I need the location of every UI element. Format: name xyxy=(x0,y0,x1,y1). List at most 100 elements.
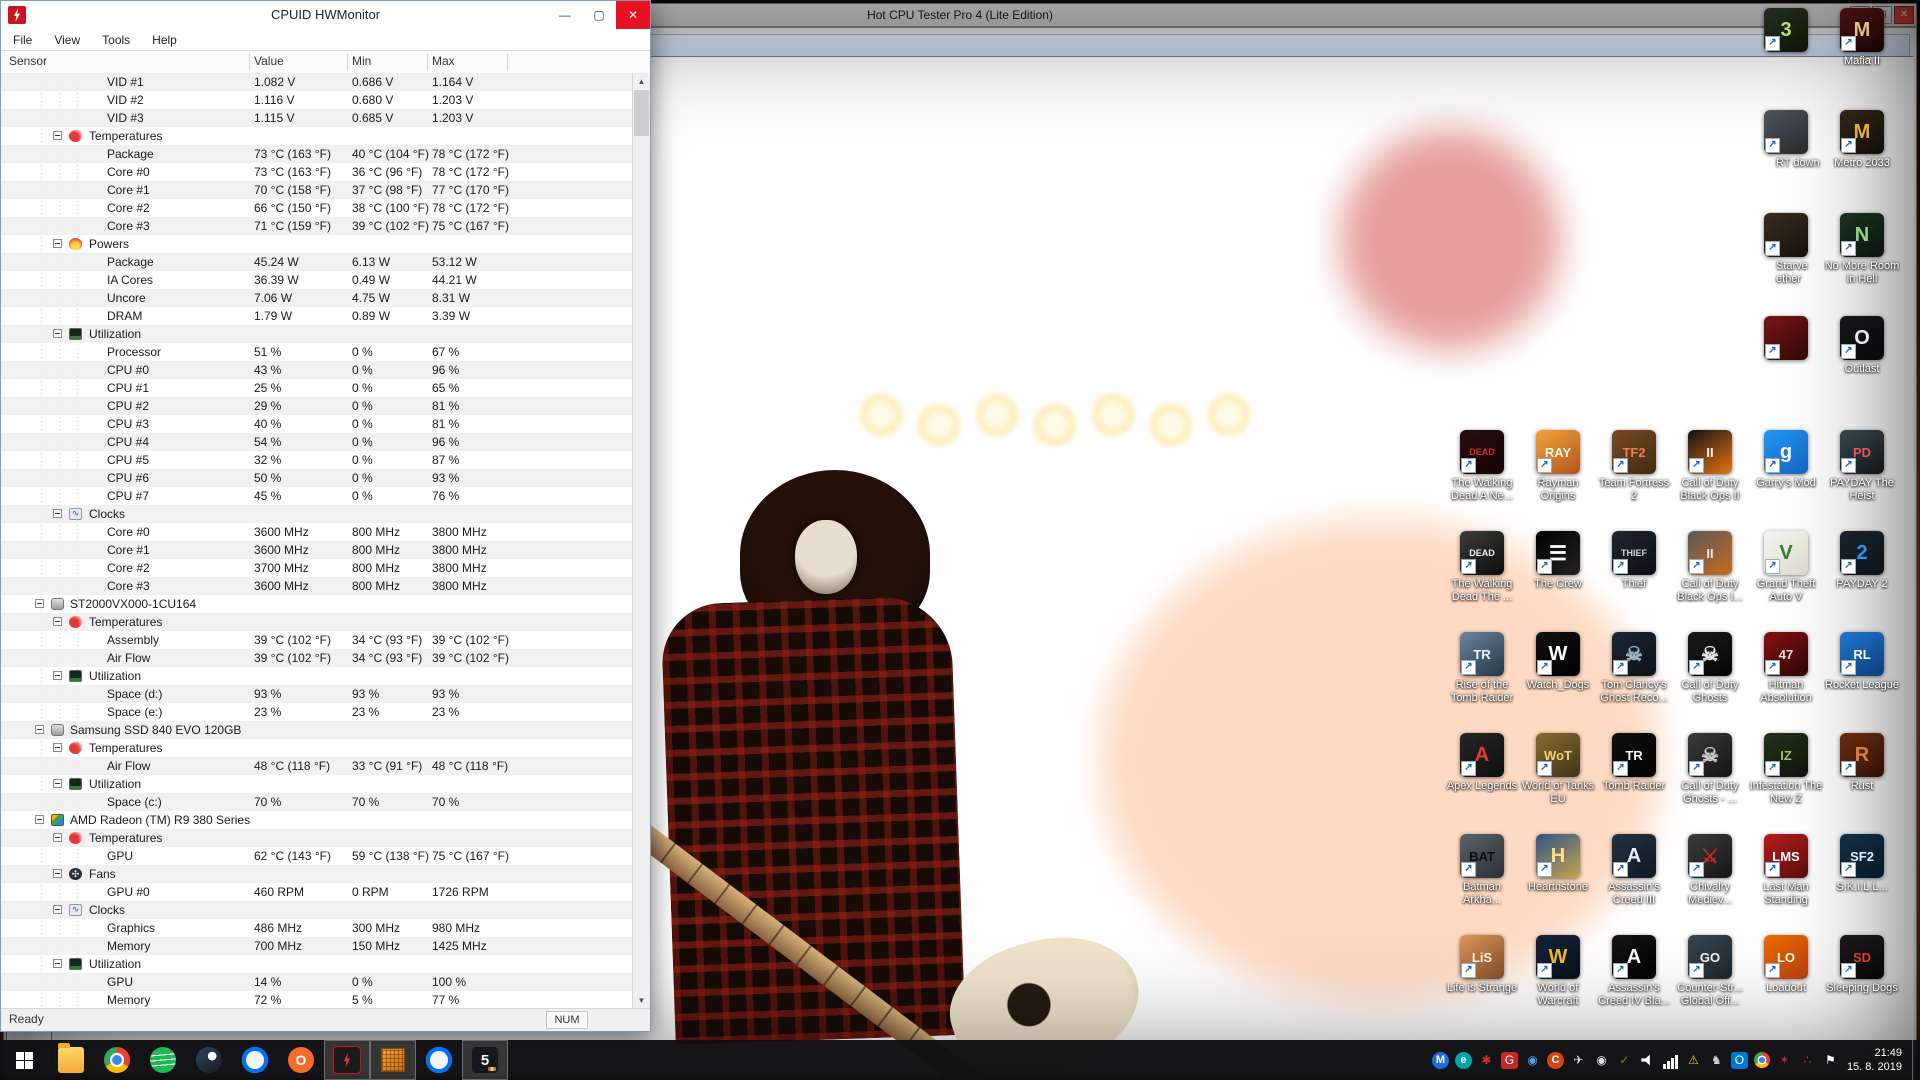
sensor-row[interactable]: Space (c:)70 %70 %70 % xyxy=(1,793,633,811)
taskbar-app-chrome[interactable] xyxy=(94,1040,140,1080)
tree-expand-box[interactable] xyxy=(53,671,62,680)
sensor-row[interactable]: Utilization xyxy=(1,325,633,343)
tray-network-bars-icon[interactable] xyxy=(1662,1052,1679,1069)
desktop-shortcut[interactable]: ↗Starve ether xyxy=(1748,213,1824,286)
taskbar-app-hotcpu[interactable] xyxy=(370,1040,416,1080)
sensor-row[interactable]: Core #266 °C (150 °F)38 °C (100 °F)78 °C… xyxy=(1,199,633,217)
sensor-row[interactable]: Core #170 °C (158 °F)37 °C (98 °F)77 °C … xyxy=(1,181,633,199)
sensor-row[interactable]: Graphics486 MHz300 MHz980 MHz xyxy=(1,919,633,937)
desktop-shortcut[interactable]: SD↗Sleeping Dogs xyxy=(1824,935,1900,995)
tree-expand-box[interactable] xyxy=(53,131,62,140)
desktop-shortcut[interactable]: H↗Hearthstone xyxy=(1520,834,1596,894)
taskbar-app-steam[interactable] xyxy=(186,1040,232,1080)
desktop-shortcut[interactable]: 47↗Hitman Absolution xyxy=(1748,632,1824,705)
sensor-row[interactable]: GPU62 °C (143 °F)59 °C (138 °F)75 °C (16… xyxy=(1,847,633,865)
desktop-shortcut[interactable]: LiS↗Life is Strange xyxy=(1444,935,1520,995)
menu-item-file[interactable]: File xyxy=(13,33,32,47)
tray-eset-icon[interactable]: e xyxy=(1455,1052,1472,1069)
tree-expand-box[interactable] xyxy=(35,725,44,734)
desktop-shortcut[interactable]: TF2↗Team Fortress 2 xyxy=(1596,430,1672,503)
scroll-up-arrow[interactable]: ▲ xyxy=(633,73,650,90)
taskbar-app-five[interactable]: 5 xyxy=(462,1040,508,1080)
tray-red-hand-icon[interactable]: ✶ xyxy=(1776,1052,1793,1069)
sensor-row[interactable]: ✣Fans xyxy=(1,865,633,883)
desktop-shortcut[interactable]: V↗Grand Theft Auto V xyxy=(1748,531,1824,604)
tree-expand-box[interactable] xyxy=(53,743,62,752)
desktop-shortcut[interactable]: g↗Garry's Mod xyxy=(1748,430,1824,490)
sensor-row[interactable]: Package73 °C (163 °F)40 °C (104 °F)78 °C… xyxy=(1,145,633,163)
sensor-row[interactable]: CPU #650 %0 %93 % xyxy=(1,469,633,487)
desktop-shortcut[interactable]: W↗World of Warcraft xyxy=(1520,935,1596,1008)
tray-g-badge-icon[interactable]: G xyxy=(1501,1052,1518,1069)
desktop-shortcut[interactable]: W↗Watch_Dogs xyxy=(1520,632,1596,692)
menu-item-view[interactable]: View xyxy=(54,33,80,47)
tray-airplane-icon[interactable]: ✈ xyxy=(1570,1052,1587,1069)
sensor-row[interactable]: GPU14 %0 %100 % xyxy=(1,973,633,991)
desktop-shortcut[interactable]: PD↗PAYDAY The Heist xyxy=(1824,430,1900,503)
desktop-shortcut[interactable]: DEAD↗The Walking Dead The ... xyxy=(1444,531,1520,604)
desktop-shortcut[interactable]: ☠↗Call of Duty Ghosts - ... xyxy=(1672,733,1748,806)
tray-volume-icon[interactable] xyxy=(1639,1052,1656,1069)
sensor-row[interactable]: Space (e:)23 %23 %23 % xyxy=(1,703,633,721)
sensor-row[interactable]: Core #33600 MHz800 MHz3800 MHz xyxy=(1,577,633,595)
scrollbar-thumb[interactable] xyxy=(634,90,649,136)
taskbar-app-uplay-2[interactable] xyxy=(416,1040,462,1080)
sensor-row[interactable]: AMD Radeon (TM) R9 380 Series xyxy=(1,811,633,829)
sensor-row[interactable]: ST2000VX000-1CU164 xyxy=(1,595,633,613)
desktop-shortcut[interactable]: SF2↗S.K.I.L.L... xyxy=(1824,834,1900,894)
sensor-row[interactable]: Powers xyxy=(1,235,633,253)
desktop-shortcut[interactable]: BAT↗Batman Arkha... xyxy=(1444,834,1520,907)
show-desktop-button[interactable] xyxy=(1912,1040,1920,1080)
tree-expand-box[interactable] xyxy=(53,617,62,626)
tray-usb-safely-remove-icon[interactable]: ✓ xyxy=(1616,1052,1633,1069)
desktop-shortcut[interactable]: A↗Apex Legends xyxy=(1444,733,1520,793)
desktop-shortcut[interactable]: A↗Assassin's Creed III xyxy=(1596,834,1672,907)
tree-expand-box[interactable] xyxy=(53,869,62,878)
sensor-row[interactable]: CPU #125 %0 %65 % xyxy=(1,379,633,397)
sensor-row[interactable]: DRAM1.79 W0.89 W3.39 W xyxy=(1,307,633,325)
hwmonitor-titlebar[interactable]: CPUID HWMonitor — ▢ ✕ xyxy=(1,1,650,30)
desktop-shortcut[interactable]: GO↗Counter-Str... Global Off... xyxy=(1672,935,1748,1008)
desktop-shortcut[interactable]: ☠↗Tom Clancy's Ghost Reco... xyxy=(1596,632,1672,705)
sensor-row[interactable]: Utilization xyxy=(1,667,633,685)
desktop-shortcut[interactable]: THIEF↗Thief xyxy=(1596,531,1672,591)
desktop-shortcut[interactable]: O↗Outlast xyxy=(1824,316,1900,376)
maximize-button[interactable]: ▢ xyxy=(582,1,616,29)
desktop-shortcut[interactable]: 3↗ xyxy=(1748,8,1824,55)
sensor-row[interactable]: Uncore7.06 W4.75 W8.31 W xyxy=(1,289,633,307)
sensor-row[interactable]: Core #073 °C (163 °F)36 °C (96 °F)78 °C … xyxy=(1,163,633,181)
column-header-min[interactable]: Min xyxy=(352,54,371,68)
tree-expand-box[interactable] xyxy=(53,959,62,968)
desktop-shortcut[interactable]: A↗Assassin's Creed IV Bla... xyxy=(1596,935,1672,1008)
sensor-row[interactable]: GPU #0460 RPM0 RPM1726 RPM xyxy=(1,883,633,901)
tray-ubisoft-tray-icon[interactable]: ◉ xyxy=(1524,1052,1541,1069)
sensor-row[interactable]: Space (d:)93 %93 %93 % xyxy=(1,685,633,703)
column-header-sensor[interactable]: Sensor xyxy=(9,54,47,68)
desktop-shortcut[interactable]: LMS↗Last Man Standing xyxy=(1748,834,1824,907)
sensor-row[interactable]: Core #13600 MHz800 MHz3800 MHz xyxy=(1,541,633,559)
tray-black-app-icon[interactable]: ♞ xyxy=(1708,1052,1725,1069)
sensor-row[interactable]: Core #03600 MHz800 MHz3800 MHz xyxy=(1,523,633,541)
taskbar-app-hwmonitor[interactable] xyxy=(324,1040,370,1080)
sensor-row[interactable]: Memory700 MHz150 MHz1425 MHz xyxy=(1,937,633,955)
sensor-row[interactable]: VID #11.082 V0.686 V1.164 V xyxy=(1,73,633,91)
desktop-shortcut[interactable]: ☰↗The Crew xyxy=(1520,531,1596,591)
menu-item-tools[interactable]: Tools xyxy=(102,33,130,47)
sensor-row[interactable]: CPU #229 %0 %81 % xyxy=(1,397,633,415)
tray-red-app-icon[interactable]: ✱ xyxy=(1478,1052,1495,1069)
tray-red-dots-icon[interactable]: ∴ xyxy=(1799,1052,1816,1069)
tray-wifi-warning-icon[interactable]: ⚠ xyxy=(1685,1052,1702,1069)
taskbar-clock[interactable]: 21:49 15. 8. 2019 xyxy=(1847,1046,1912,1074)
sensor-row[interactable]: CPU #340 %0 %81 % xyxy=(1,415,633,433)
sensor-row[interactable]: Temperatures xyxy=(1,613,633,631)
sensor-row[interactable]: ∿Clocks xyxy=(1,505,633,523)
desktop-shortcut[interactable]: ⚔↗Chivalry Mediev... xyxy=(1672,834,1748,907)
tree-expand-box[interactable] xyxy=(35,815,44,824)
tree-expand-box[interactable] xyxy=(53,905,62,914)
desktop-shortcut[interactable]: DEAD↗The Walking Dead A Ne... xyxy=(1444,430,1520,503)
start-button[interactable] xyxy=(0,1040,48,1080)
sensor-row[interactable]: IA Cores36.39 W0.49 W44.21 W xyxy=(1,271,633,289)
sensor-row[interactable]: Air Flow39 °C (102 °F)34 °C (93 °F)39 °C… xyxy=(1,649,633,667)
hwmonitor-scrollbar[interactable]: ▲ ▼ xyxy=(632,73,650,1009)
sensor-row[interactable]: Samsung SSD 840 EVO 120GB xyxy=(1,721,633,739)
